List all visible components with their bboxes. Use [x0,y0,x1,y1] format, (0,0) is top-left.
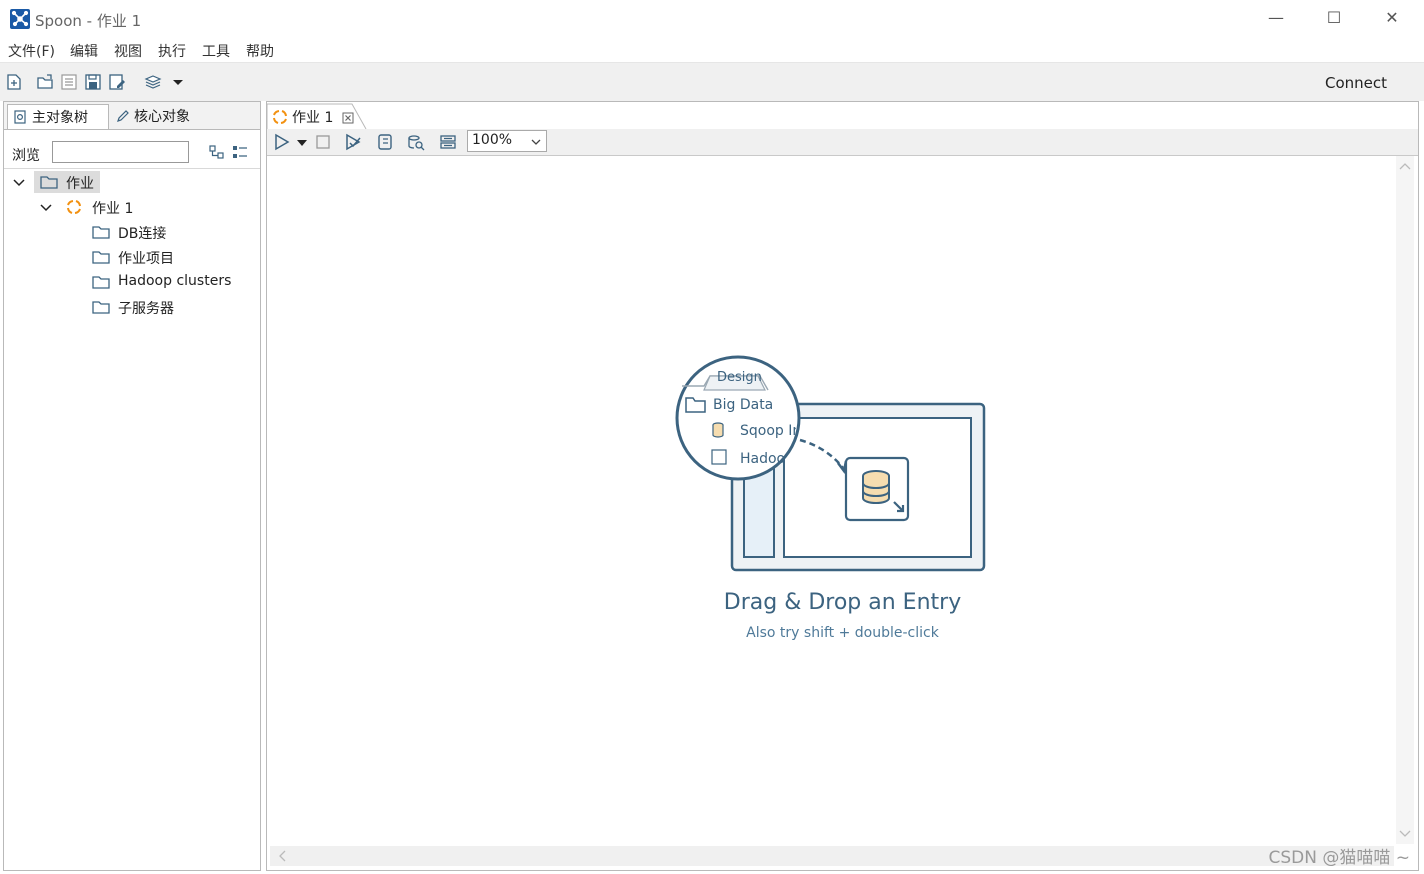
layers-icon[interactable] [144,73,162,91]
menu-edit[interactable]: 编辑 [70,41,98,61]
save-icon[interactable] [84,73,102,91]
search-input[interactable] [52,141,189,163]
close-button[interactable]: ✕ [1363,4,1421,34]
tree-label: 作业 [66,176,94,192]
new-file-icon[interactable] [5,73,23,91]
illustration-tab-label: Design [717,370,762,385]
illustration-item1-label: Sqoop In [740,423,796,439]
menu-bar: 文件(F) 编辑 视图 执行 工具 帮助 [0,38,1424,62]
folder-icon [92,251,110,264]
tree-search-icon [14,110,26,124]
run-dropdown-icon[interactable] [296,137,308,149]
tree-label: 作业项目 [118,251,174,267]
illustration-item2-label: Hadoop [740,451,786,467]
open-folder-icon[interactable] [36,73,54,91]
tab-job1[interactable]: 作业 1 [267,103,375,129]
collapse-tree-icon[interactable] [232,144,248,160]
folder-icon [92,301,110,314]
scroll-down-icon[interactable] [1399,830,1411,838]
scroll-left-icon[interactable] [278,850,286,862]
job-toolbar: 100% [267,129,1418,156]
tab-label: 主对象树 [32,110,88,126]
run-icon[interactable] [273,133,291,151]
window-title: Spoon - 作业 1 [35,12,142,30]
sqoop-icon [712,422,724,438]
maximize-button[interactable]: ☐ [1305,4,1363,34]
menu-help[interactable]: 帮助 [246,41,274,61]
horizontal-scrollbar[interactable] [270,846,1394,866]
chevron-down-icon [531,139,541,145]
tab-main-object-tree[interactable]: 主对象树 [7,104,109,129]
chevron-down-icon[interactable] [39,201,53,215]
spoon-app-icon [10,9,30,29]
explore-db-icon[interactable] [439,133,457,151]
empty-state-title: Drag & Drop an Entry [723,590,962,615]
tree-label: 子服务器 [118,301,174,317]
zoom-select[interactable]: 100% [467,130,547,152]
save-as-icon[interactable] [108,73,126,91]
folder-icon [92,226,110,239]
check-icon[interactable] [344,133,362,151]
connect-button[interactable]: Connect [1325,74,1387,92]
expand-tree-icon[interactable] [209,144,225,160]
drag-drop-illustration [675,355,986,572]
job-icon [67,200,81,214]
job-canvas[interactable]: Design Big Data Sqoop In Hadoop [270,156,1394,844]
explore-icon[interactable] [60,73,78,91]
search-label: 浏览 [12,148,40,164]
dropdown-arrow-icon[interactable] [170,73,188,91]
vertical-scrollbar[interactable] [1396,156,1414,844]
main-toolbar: Connect [0,62,1424,101]
sql-search-icon[interactable] [407,133,425,151]
replay-icon[interactable] [376,133,394,151]
tree-label: DB连接 [118,226,167,242]
illustration-folder-label: Big Data [713,397,774,413]
zoom-value: 100% [472,132,513,148]
tree-label: 作业 1 [92,201,134,217]
left-panel-tabs: 主对象树 核心对象 [4,102,260,130]
stop-icon[interactable] [315,134,331,150]
pencil-icon [117,110,129,122]
menu-run[interactable]: 执行 [158,41,186,61]
empty-state-subtitle: Also try shift + double-click [746,625,939,641]
editor-panel: 作业 1 100% Design Big Data Sqoop In Hadoo… [266,101,1419,871]
tree-label: Hadoop clusters [118,273,232,289]
folder-icon [92,276,110,289]
folder-icon [40,176,58,189]
close-tab-icon[interactable] [342,112,354,124]
search-row: 浏览 [4,138,260,169]
minimize-button[interactable]: — [1247,4,1305,34]
hadoop-icon [711,449,727,465]
chevron-down-icon[interactable] [12,176,26,190]
job-icon [273,110,287,124]
left-panel: 主对象树 核心对象 浏览 作业 作业 1 DB连接 作业项目 Hadoop cl… [3,101,261,871]
scroll-up-icon[interactable] [1399,162,1411,170]
watermark: CSDN @猫喵喵 ~ [1268,848,1410,868]
tab-label: 核心对象 [134,109,190,125]
title-bar: Spoon - 作业 1 — ☐ ✕ [0,0,1424,38]
menu-tools[interactable]: 工具 [202,41,230,61]
editor-tab-strip: 作业 1 [267,102,1418,130]
tab-label: 作业 1 [292,110,334,126]
menu-file[interactable]: 文件(F) [8,41,55,61]
menu-view[interactable]: 视图 [114,41,142,61]
tab-core-objects[interactable]: 核心对象 [110,104,198,128]
